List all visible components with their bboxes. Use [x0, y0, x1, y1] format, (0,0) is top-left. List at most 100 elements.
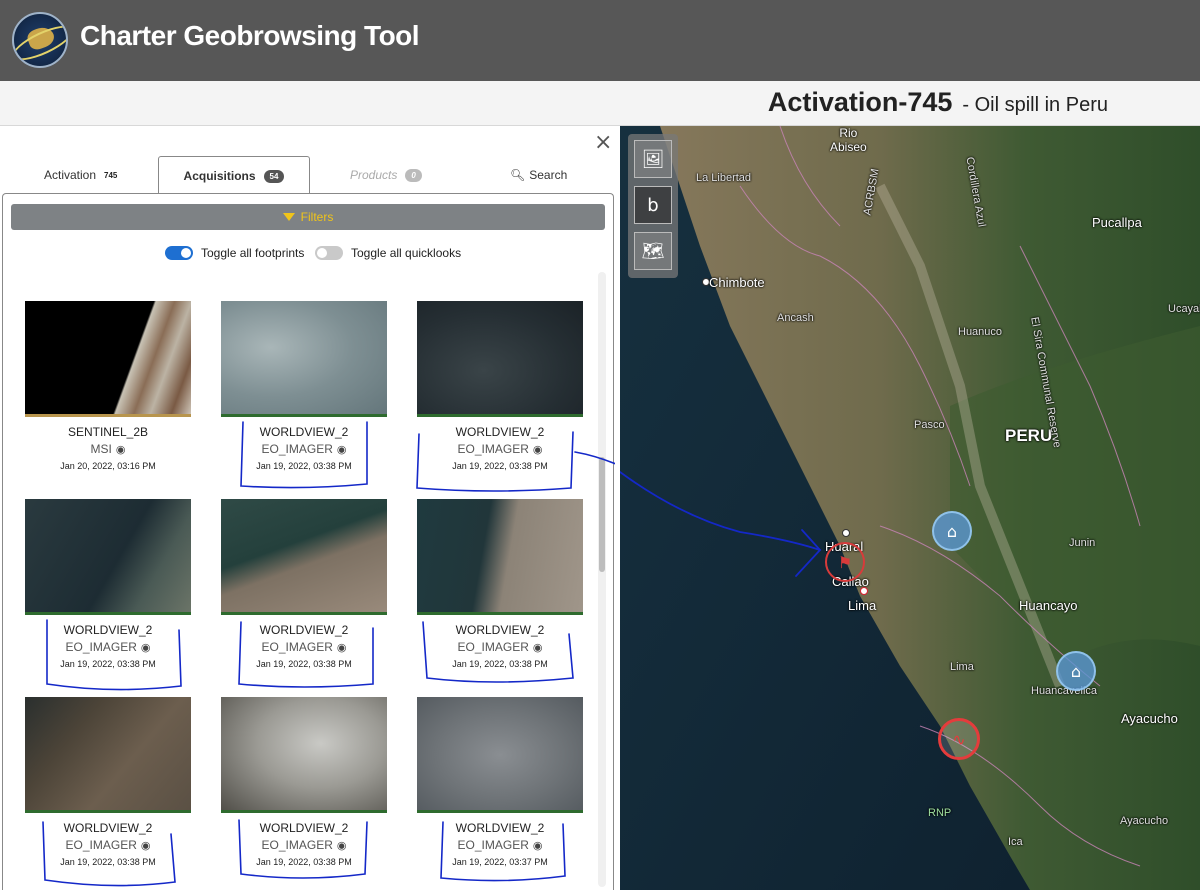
- toggle-quicklooks[interactable]: Toggle all quicklooks: [315, 246, 461, 260]
- tab-badge: 745: [104, 170, 118, 180]
- map-label-huanuco: Huanuco: [958, 326, 1003, 338]
- search-icon: 🔍︎: [510, 168, 526, 182]
- scrollbar-thumb[interactable]: [599, 457, 605, 572]
- panel-scrollbar[interactable]: [598, 272, 606, 887]
- filter-icon: [282, 213, 295, 221]
- map-image-icon[interactable]: 🖼︎: [634, 140, 672, 178]
- quicklook-image[interactable]: [417, 301, 583, 417]
- sensor-name: EO_IMAGER ◉: [65, 640, 151, 654]
- map-label-lima-region: Lima: [950, 661, 974, 673]
- satellite-name: WORLDVIEW_2: [63, 623, 153, 637]
- map-label-la-libertad: La Libertad: [696, 172, 752, 184]
- map-view[interactable]: 🖼︎ b 🗺︎ Rio Abiseo La Libertad ACRBSM Co…: [620, 126, 1200, 890]
- filters-button[interactable]: Filters: [11, 204, 605, 230]
- acquisitions-content: Filters Toggle all footprints Toggle all…: [2, 193, 615, 890]
- satellite-name: WORLDVIEW_2: [455, 821, 545, 835]
- satellite-name: WORLDVIEW_2: [259, 623, 349, 637]
- acquisition-date: Jan 19, 2022, 03:37 PM: [452, 857, 548, 867]
- quicklook-image[interactable]: [221, 499, 387, 615]
- eye-icon[interactable]: ◉: [141, 642, 151, 654]
- tab-badge: 0: [405, 168, 422, 182]
- map-label-rio-abiseo: Rio Abiseo: [830, 126, 867, 154]
- map-label-chimbote: Chimbote: [709, 275, 765, 290]
- acquisition-date: Jan 19, 2022, 03:38 PM: [256, 461, 352, 471]
- sensor-name: EO_IMAGER ◉: [261, 442, 347, 456]
- app-title: Charter Geobrowsing Tool: [80, 20, 420, 51]
- tab-label: Acquisitions: [183, 169, 256, 183]
- toggle-footprints-label: Toggle all footprints: [201, 246, 305, 260]
- acquisition-card[interactable]: WORLDVIEW_2 EO_IMAGER ◉ Jan 19, 2022, 03:…: [417, 301, 583, 491]
- map-label-peru: PERU: [1005, 426, 1053, 445]
- oil-spill-marker-icon[interactable]: ⚑: [825, 542, 865, 582]
- map-terrain: [620, 126, 1200, 890]
- charter-logo-icon[interactable]: [12, 12, 68, 68]
- acquisition-card[interactable]: WORLDVIEW_2 EO_IMAGER ◉ Jan 19, 2022, 03:…: [417, 697, 583, 887]
- activation-bar: Activation-745 - Oil spill in Peru: [0, 81, 1200, 126]
- tab-badge: 54: [263, 169, 285, 183]
- map-label-huancayo: Huancayo: [1019, 598, 1078, 613]
- quicklook-image[interactable]: [25, 301, 191, 417]
- map-label-pasco: Pasco: [914, 419, 945, 431]
- map-label-rnp: RNP: [928, 807, 952, 819]
- satellite-name: WORLDVIEW_2: [455, 425, 545, 439]
- filters-label: Filters: [300, 210, 334, 224]
- eye-icon[interactable]: ◉: [116, 444, 126, 456]
- acquisition-card[interactable]: WORLDVIEW_2 EO_IMAGER ◉ Jan 19, 2022, 03:…: [221, 499, 387, 689]
- eye-icon[interactable]: ◉: [337, 444, 347, 456]
- flood-marker-icon[interactable]: ⌂: [1056, 651, 1096, 691]
- acquisition-card[interactable]: WORLDVIEW_2 EO_IMAGER ◉ Jan 19, 2022, 03:…: [221, 697, 387, 887]
- sensor-name: EO_IMAGER ◉: [261, 838, 347, 852]
- satellite-name: WORLDVIEW_2: [455, 623, 545, 637]
- tab-label: Search: [529, 168, 568, 182]
- map-search-icon[interactable]: 🗺︎: [634, 232, 672, 270]
- quicklook-image[interactable]: [221, 697, 387, 813]
- acquisition-card[interactable]: SENTINEL_2B MSI ◉ Jan 20, 2022, 03:16 PM: [25, 301, 191, 491]
- city-pin: [860, 587, 868, 595]
- quicklook-image[interactable]: [25, 697, 191, 813]
- bing-icon[interactable]: b: [634, 186, 672, 224]
- tab-search[interactable]: 🔍︎ Search: [510, 156, 580, 194]
- eye-icon[interactable]: ◉: [533, 840, 543, 852]
- acquisition-card[interactable]: WORLDVIEW_2 EO_IMAGER ◉ Jan 19, 2022, 03:…: [25, 499, 191, 689]
- map-label-junin: Junin: [1069, 537, 1096, 549]
- city-pin: [842, 529, 850, 537]
- map-label-ucayali: Ucayal: [1168, 303, 1200, 315]
- close-panel-icon[interactable]: ×: [594, 132, 612, 154]
- app-header: Charter Geobrowsing Tool: [0, 0, 1200, 81]
- acquisition-date: Jan 20, 2022, 03:16 PM: [60, 461, 156, 471]
- satellite-name: WORLDVIEW_2: [259, 425, 349, 439]
- eye-icon[interactable]: ◉: [533, 642, 543, 654]
- tab-activation[interactable]: Activation 745: [44, 156, 144, 194]
- sensor-name: EO_IMAGER ◉: [261, 640, 347, 654]
- acquisition-card[interactable]: WORLDVIEW_2 EO_IMAGER ◉ Jan 19, 2022, 03:…: [221, 301, 387, 491]
- map-toolbar: 🖼︎ b 🗺︎: [628, 134, 678, 278]
- acquisition-date: Jan 19, 2022, 03:38 PM: [60, 857, 156, 867]
- earthquake-marker-icon[interactable]: ∿: [938, 718, 980, 760]
- tab-label: Activation: [44, 168, 97, 182]
- sensor-name: MSI ◉: [90, 442, 126, 456]
- toggle-footprints[interactable]: Toggle all footprints: [165, 246, 304, 260]
- quicklooks-switch[interactable]: [315, 246, 343, 260]
- quicklook-image[interactable]: [417, 697, 583, 813]
- tab-acquisitions[interactable]: Acquisitions 54: [158, 156, 310, 195]
- sensor-name: EO_IMAGER ◉: [457, 838, 543, 852]
- acquisition-card[interactable]: WORLDVIEW_2 EO_IMAGER ◉ Jan 19, 2022, 03:…: [417, 499, 583, 689]
- flood-marker-icon[interactable]: ⌂: [932, 511, 972, 551]
- map-label-ayacucho: Ayacucho: [1121, 711, 1178, 726]
- sensor-name: EO_IMAGER ◉: [457, 442, 543, 456]
- quicklook-image[interactable]: [221, 301, 387, 417]
- acquisition-date: Jan 19, 2022, 03:38 PM: [60, 659, 156, 669]
- eye-icon[interactable]: ◉: [141, 840, 151, 852]
- acquisition-date: Jan 19, 2022, 03:38 PM: [256, 659, 352, 669]
- activation-subtitle: - Oil spill in Peru: [962, 94, 1108, 116]
- quicklook-image[interactable]: [25, 499, 191, 615]
- satellite-name: WORLDVIEW_2: [63, 821, 153, 835]
- eye-icon[interactable]: ◉: [337, 642, 347, 654]
- sensor-name: EO_IMAGER ◉: [65, 838, 151, 852]
- tab-label: Products: [350, 168, 398, 182]
- eye-icon[interactable]: ◉: [533, 444, 543, 456]
- footprints-switch[interactable]: [165, 246, 193, 260]
- eye-icon[interactable]: ◉: [337, 840, 347, 852]
- quicklook-image[interactable]: [417, 499, 583, 615]
- acquisition-card[interactable]: WORLDVIEW_2 EO_IMAGER ◉ Jan 19, 2022, 03:…: [25, 697, 191, 887]
